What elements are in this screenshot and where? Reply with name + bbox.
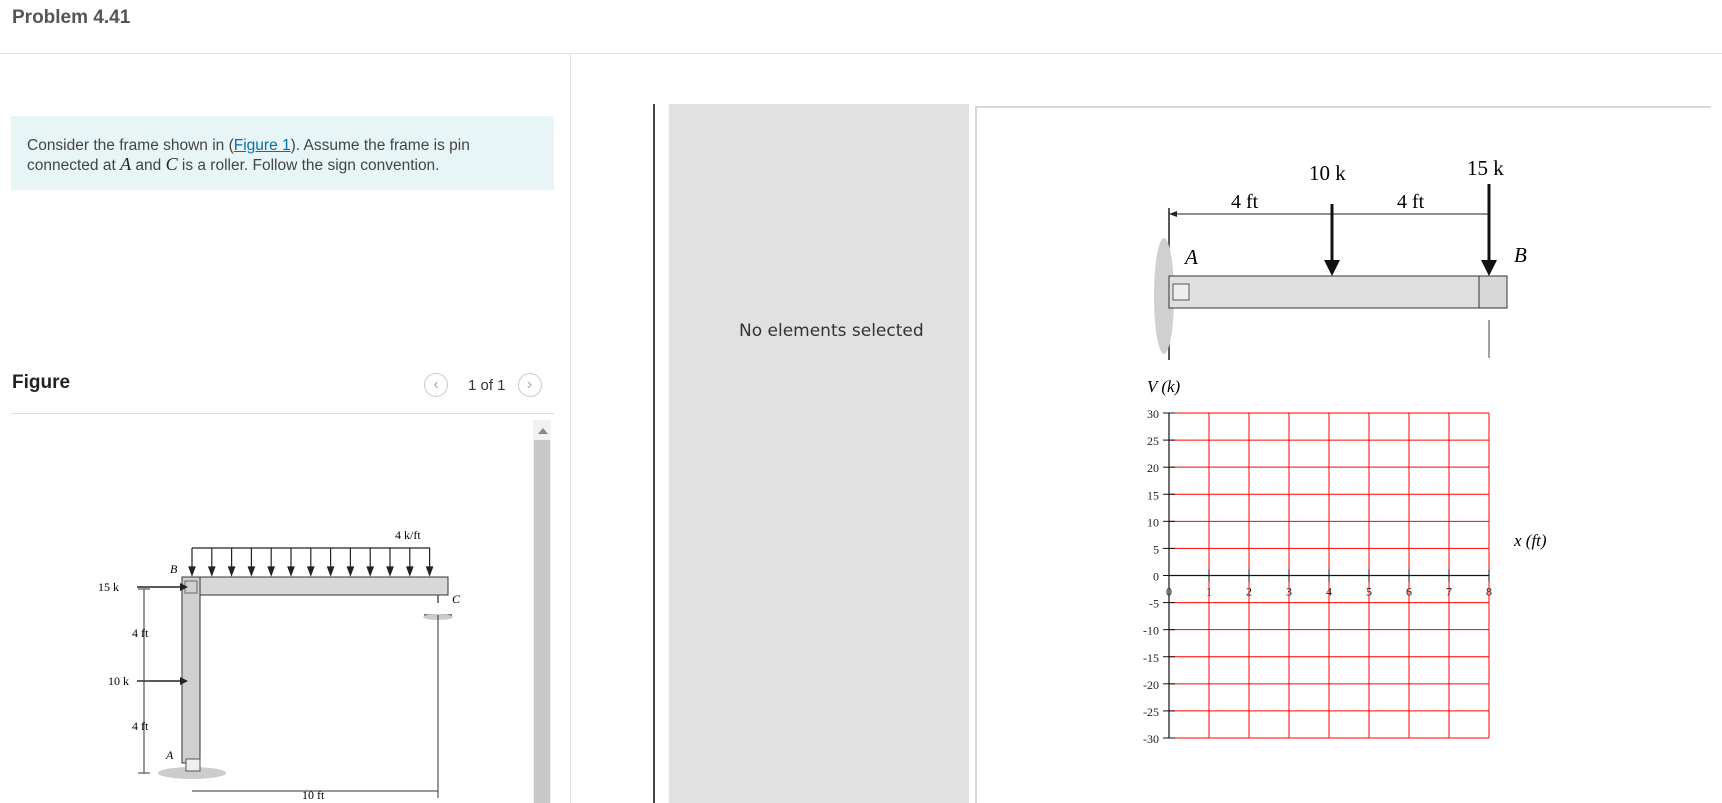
y-tick-label: 15 [1147,488,1159,502]
y-tick-label: -10 [1143,624,1159,638]
vertical-column [181,576,201,764]
load-10k-label: 10 k [1309,161,1346,185]
x-tick-label: 5 [1366,585,1372,599]
y-tick-label: -30 [1143,732,1159,746]
dimension-left-label: 4 ft [1231,191,1259,213]
y-tick-label: -5 [1149,597,1159,611]
prompt-text: and [131,157,166,174]
chevron-left-icon: ‹ [433,376,439,393]
figure-link[interactable]: Figure 1 [234,137,291,154]
distributed-load-arrows [188,548,434,577]
y-tick-label: 25 [1147,434,1159,448]
beam [1168,275,1480,309]
x-tick-label: 3 [1286,585,1292,599]
figure-scrollbar[interactable] [533,420,551,803]
x-tick-label: 2 [1246,585,1252,599]
point-a-label: A [120,154,132,174]
dimension-4ft-bottom: 4 ft [132,719,149,733]
drawing-canvas[interactable]: 10 k 15 k 4 ft 4 ft A B 30 25 20 15 10 5 0 -5 -1… [975,106,1711,803]
point-c-label: C [165,154,178,174]
y-tick-label: 10 [1147,515,1159,529]
x-tick-label: 4 [1326,585,1332,599]
page-header: Problem 4.41 [0,0,1722,54]
prompt-text: ). Assume the frame is pin [290,137,470,154]
point-a-label: A [165,748,174,762]
y-tick-label: 0 [1153,570,1159,584]
x-tick-label: 8 [1486,585,1492,599]
figure-heading: Figure [12,372,71,393]
scroll-up-icon[interactable] [538,428,548,434]
horizontal-beam [181,576,449,596]
next-figure-button[interactable]: › [517,373,542,397]
x-tick-label: 1 [1206,585,1212,599]
page-title: Problem 4.41 [12,7,131,28]
x-tick-label: 0 [1166,585,1172,599]
y-tick-label: -25 [1143,705,1159,719]
prev-figure-button[interactable]: ‹ [424,373,448,397]
roller-support-c [424,595,452,616]
chevron-right-icon: › [526,376,533,393]
scroll-thumb[interactable] [534,440,550,803]
element-inspector: No elements selected [669,104,969,803]
problem-prompt: Consider the frame shown in (Figure 1). … [11,116,554,190]
frame-figure: 15 k 10 k 4 k/ft 4 ft 4 ft 10 ft B C A [98,528,461,802]
point-a-label: A [1183,245,1198,269]
beam-diagram: 10 k 15 k 4 ft 4 ft A B [1154,156,1527,360]
load-15k-label: 15 k [1467,156,1504,180]
dimension-4ft-top: 4 ft [132,626,149,640]
y-tick-label: 20 [1147,461,1159,475]
load-10k-label: 10 k [108,674,129,688]
y-tick-label: -15 [1143,651,1159,665]
prompt-text: connected at [27,157,121,174]
dimension-right-label: 4 ft [1397,191,1425,213]
shear-diagram-chart[interactable]: 30 25 20 15 10 5 0 -5 -10 -15 -20 -25 -30 0 1 2 3 4 5 6 7 8 V… [977,363,1711,803]
dimension-10ft: 10 ft [302,788,325,802]
y-tick-label: -20 [1143,678,1159,692]
y-tick-label: 5 [1153,542,1159,556]
divider [11,413,554,414]
prompt-text: is a roller. Follow the sign convention. [177,157,440,174]
prompt-text: Consider the frame shown in ( [27,137,234,154]
load-15k-label: 15 k [98,580,119,594]
distributed-load-label: 4 k/ft [395,528,421,542]
x-tick-label: 7 [1446,585,1452,599]
x-axis-label: x (ft) [1513,531,1547,550]
point-b-label: B [170,562,178,576]
point-c-label: C [452,592,461,606]
figure-pager: ‹ 1 of 1 › [424,372,542,398]
y-axis-label: V (k) [1147,377,1181,396]
figure-page-count: 1 of 1 [468,376,506,394]
point-b-label: B [1514,243,1527,267]
inspector-empty-text: No elements selected [739,321,924,341]
x-tick-label: 6 [1406,585,1412,599]
y-tick-label: 30 [1147,407,1159,421]
